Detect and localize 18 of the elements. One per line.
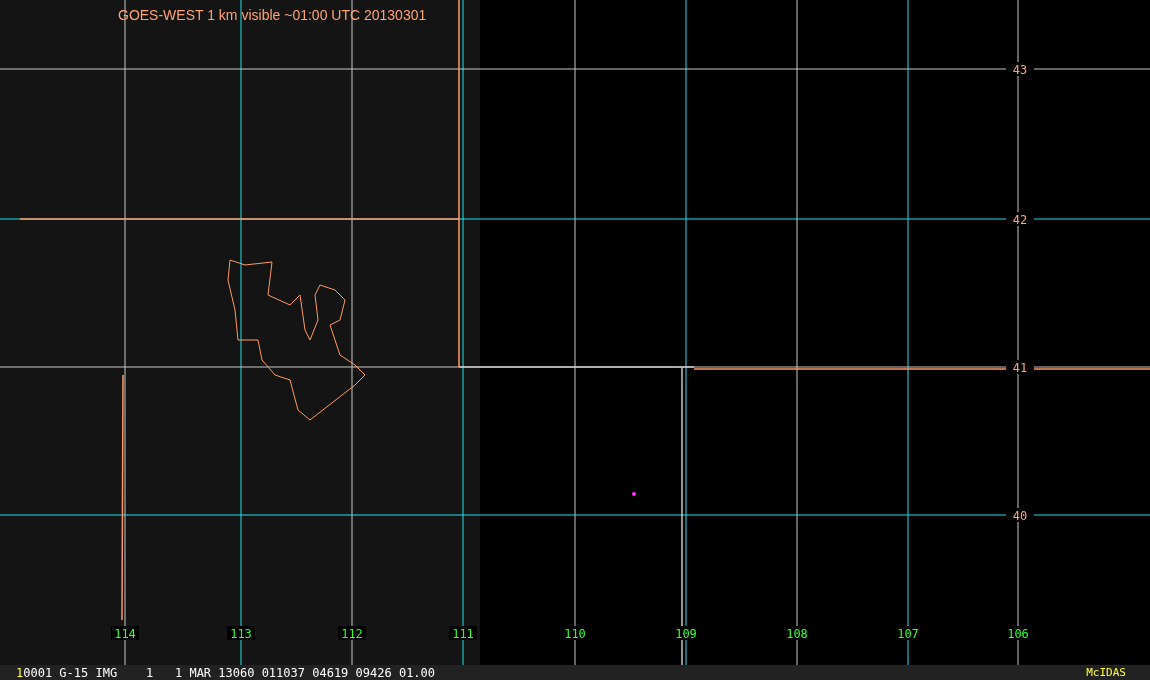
longitude-label: 111	[452, 627, 474, 641]
longitude-label: 109	[675, 627, 697, 641]
latitude-label: 40	[1012, 509, 1028, 523]
frame-number: 1	[16, 665, 24, 680]
longitude-label: 113	[230, 627, 252, 641]
longitude-label: 108	[786, 627, 808, 641]
image-title: GOES-WEST 1 km visible ~01:00 UTC 20130301	[118, 7, 427, 23]
brand-label: McIDAS	[1086, 666, 1126, 679]
longitude-label: 112	[341, 627, 363, 641]
longitude-label: 114	[114, 627, 136, 641]
location-dot	[632, 492, 636, 496]
latitude-label: 43	[1012, 63, 1028, 77]
latitude-label: 42	[1012, 213, 1028, 227]
image-info: 0001 G-15 IMG 1 1 MAR 13060 011037 04619 09426 01.00	[23, 665, 436, 680]
longitude-label: 106	[1007, 627, 1029, 641]
longitude-label: 107	[897, 627, 919, 641]
longitude-label: 110	[564, 627, 586, 641]
latitude-label: 41	[1012, 361, 1028, 375]
